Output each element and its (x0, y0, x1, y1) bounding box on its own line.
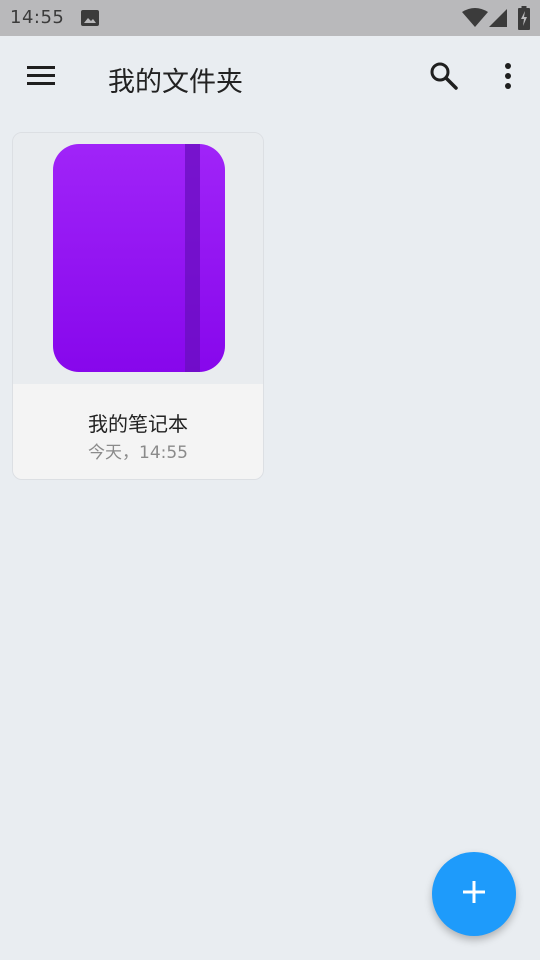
more-vertical-icon (504, 63, 512, 93)
notebook-title: 我的笔记本 (88, 412, 188, 436)
search-icon (429, 61, 459, 95)
page-title: 我的文件夹 (108, 67, 243, 98)
menu-button[interactable] (16, 56, 68, 100)
status-bar: 14:55 (0, 0, 540, 36)
app-bar: 我的文件夹 (0, 36, 540, 120)
cell-signal-icon (488, 8, 508, 32)
plus-icon (461, 879, 487, 909)
notebook-card[interactable]: 我的笔记本 今天，14:55 (12, 132, 264, 480)
notebook-info: 我的笔记本 今天，14:55 (13, 384, 263, 479)
add-notebook-button[interactable] (432, 852, 516, 936)
notebook-cover-band (185, 144, 200, 372)
status-time: 14:55 (10, 7, 65, 28)
notebook-cover-icon (53, 144, 225, 372)
image-notification-icon (80, 9, 100, 31)
hamburger-menu-icon (27, 65, 57, 91)
wifi-icon (462, 8, 488, 32)
screen: 14:55 我的文件夹 我的笔记本 今天，14:55 (0, 0, 540, 960)
more-options-button[interactable] (488, 56, 528, 100)
notebook-cover-area (13, 133, 263, 384)
notebook-date: 今天，14:55 (88, 443, 188, 463)
battery-icon (518, 6, 530, 34)
search-button[interactable] (420, 56, 468, 100)
